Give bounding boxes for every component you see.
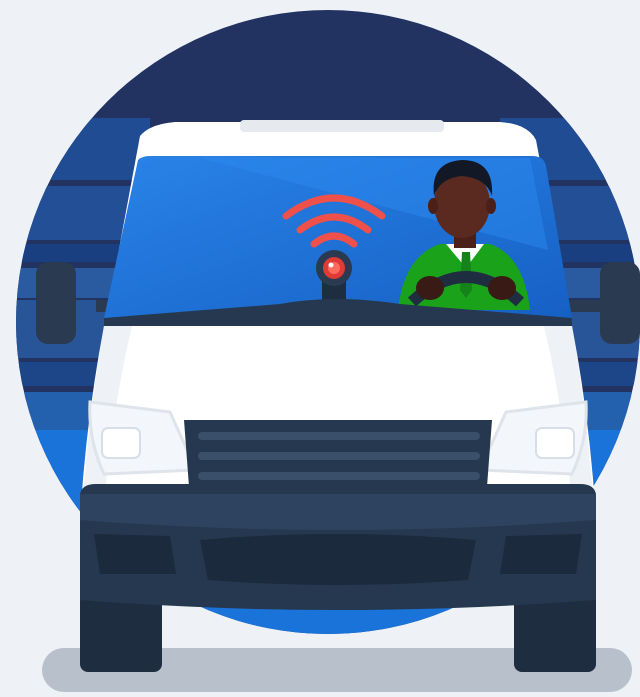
illustration-canvas [0, 0, 640, 692]
lower-intake [200, 534, 476, 585]
driver-hand-right [488, 276, 516, 300]
left-fog-recess [94, 534, 176, 574]
right-fog-recess [500, 534, 582, 574]
left-headlight-lens [101, 427, 141, 459]
roof-strip [240, 120, 444, 132]
van-illustration [0, 0, 640, 692]
driver-ear-left [428, 198, 438, 214]
driver-ear-right [486, 198, 496, 214]
driver-hand-left [416, 276, 444, 300]
delivery-van [80, 120, 596, 610]
right-headlight-lens [535, 427, 575, 459]
bumper-top [80, 494, 596, 530]
